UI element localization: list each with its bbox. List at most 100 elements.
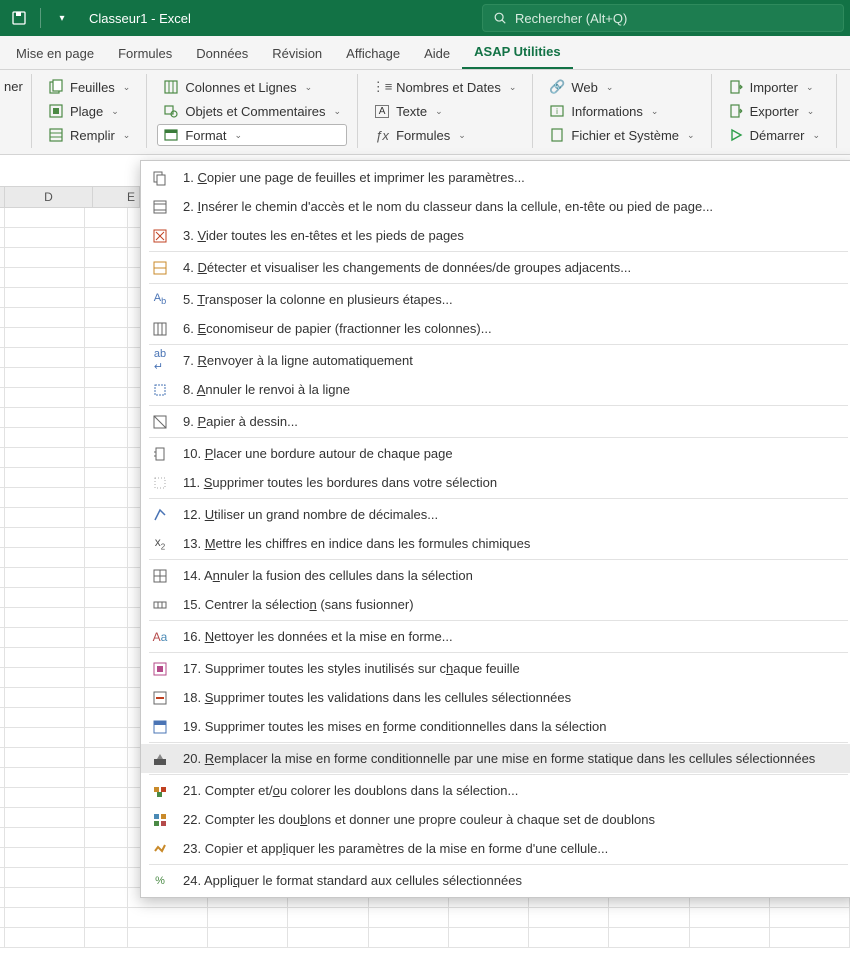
tab-aide[interactable]: Aide <box>412 38 462 69</box>
cell[interactable] <box>5 408 85 428</box>
tab-revision[interactable]: Révision <box>260 38 334 69</box>
cell[interactable] <box>369 928 449 948</box>
menu-item-19[interactable]: 19. Supprimer toutes les mises en forme … <box>141 712 850 741</box>
cell[interactable] <box>85 628 128 648</box>
cell[interactable] <box>5 248 85 268</box>
menu-item-5[interactable]: Ab5. Transposer la colonne en plusieurs … <box>141 285 850 314</box>
cell[interactable] <box>208 908 288 928</box>
col-header-e[interactable]: E <box>93 187 140 207</box>
menu-item-20[interactable]: 20. Remplacer la mise en forme condition… <box>141 744 850 773</box>
col-header-d[interactable]: D <box>5 187 93 207</box>
qat-customize-icon[interactable]: ▾ <box>49 5 75 31</box>
menu-item-24[interactable]: %24. Appliquer le format standard aux ce… <box>141 866 850 895</box>
cell[interactable] <box>5 808 85 828</box>
cell[interactable] <box>5 648 85 668</box>
format-button[interactable]: Format⌄ <box>157 124 347 146</box>
cell[interactable] <box>5 428 85 448</box>
cell[interactable] <box>85 248 128 268</box>
cell[interactable] <box>85 288 128 308</box>
cell[interactable] <box>5 748 85 768</box>
cell[interactable] <box>85 728 128 748</box>
cell[interactable] <box>85 528 128 548</box>
cell[interactable] <box>85 688 128 708</box>
cell[interactable] <box>85 768 128 788</box>
cell[interactable] <box>5 508 85 528</box>
cell[interactable] <box>85 568 128 588</box>
cell[interactable] <box>5 528 85 548</box>
cell[interactable] <box>5 908 85 928</box>
menu-item-12[interactable]: 12. Utiliser un grand nombre de décimale… <box>141 500 850 529</box>
menu-item-4[interactable]: 4. Détecter et visualiser les changement… <box>141 253 850 282</box>
cell[interactable] <box>5 268 85 288</box>
cell[interactable] <box>5 708 85 728</box>
cell[interactable] <box>85 808 128 828</box>
save-icon[interactable] <box>6 5 32 31</box>
demarrer-button[interactable]: Démarrer⌄ <box>722 124 826 146</box>
cell[interactable] <box>5 488 85 508</box>
menu-item-18[interactable]: 18. Supprimer toutes les validations dan… <box>141 683 850 712</box>
cell[interactable] <box>369 908 449 928</box>
menu-item-21[interactable]: 21. Compter et/ou colorer les doublons d… <box>141 776 850 805</box>
cell[interactable] <box>85 388 128 408</box>
cell[interactable] <box>449 908 529 928</box>
cell[interactable] <box>5 448 85 468</box>
menu-item-1[interactable]: 1. Copier une page de feuilles et imprim… <box>141 163 850 192</box>
cell[interactable] <box>85 208 128 228</box>
cell[interactable] <box>288 928 368 948</box>
search-box[interactable] <box>482 4 844 32</box>
cell[interactable] <box>5 628 85 648</box>
menu-item-15[interactable]: 15. Centrer la sélection (sans fusionner… <box>141 590 850 619</box>
cell[interactable] <box>85 928 128 948</box>
cell[interactable] <box>449 928 529 948</box>
ribbon-partial-button[interactable]: ner <box>2 76 21 97</box>
cell[interactable] <box>85 508 128 528</box>
cell[interactable] <box>85 748 128 768</box>
cell[interactable] <box>5 368 85 388</box>
cell[interactable] <box>5 688 85 708</box>
cell[interactable] <box>85 348 128 368</box>
cell[interactable] <box>85 608 128 628</box>
cell[interactable] <box>5 588 85 608</box>
plage-button[interactable]: Plage⌄ <box>42 100 136 122</box>
cell[interactable] <box>85 588 128 608</box>
cell[interactable] <box>85 268 128 288</box>
exporter-button[interactable]: Exporter⌄ <box>722 100 826 122</box>
menu-item-3[interactable]: 3. Vider toutes les en-têtes et les pied… <box>141 221 850 250</box>
cell[interactable] <box>609 928 689 948</box>
colonnes-lignes-button[interactable]: Colonnes et Lignes⌄ <box>157 76 347 98</box>
cell[interactable] <box>85 548 128 568</box>
tab-donnees[interactable]: Données <box>184 38 260 69</box>
cell[interactable] <box>5 468 85 488</box>
cell[interactable] <box>770 908 850 928</box>
cell[interactable] <box>85 468 128 488</box>
cell[interactable] <box>85 888 128 908</box>
nombres-dates-button[interactable]: ⋮≡Nombres et Dates⌄ <box>368 76 522 98</box>
cell[interactable] <box>5 208 85 228</box>
cell[interactable] <box>5 548 85 568</box>
cell[interactable] <box>208 928 288 948</box>
cell[interactable] <box>85 868 128 888</box>
cell[interactable] <box>85 708 128 728</box>
cell[interactable] <box>85 428 128 448</box>
cell[interactable] <box>690 908 770 928</box>
cell[interactable] <box>288 908 368 928</box>
formules-ribbon-button[interactable]: ƒxFormules⌄ <box>368 124 522 146</box>
menu-item-13[interactable]: x213. Mettre les chiffres en indice dans… <box>141 529 850 558</box>
cell[interactable] <box>85 448 128 468</box>
cell[interactable] <box>85 328 128 348</box>
objets-commentaires-button[interactable]: Objets et Commentaires⌄ <box>157 100 347 122</box>
tab-asap-utilities[interactable]: ASAP Utilities <box>462 36 572 69</box>
cell[interactable] <box>5 928 85 948</box>
cell[interactable] <box>128 928 208 948</box>
cell[interactable] <box>85 828 128 848</box>
search-input[interactable] <box>515 11 833 26</box>
cell[interactable] <box>128 908 208 928</box>
cell[interactable] <box>85 228 128 248</box>
tab-formules[interactable]: Formules <box>106 38 184 69</box>
fichier-systeme-button[interactable]: Fichier et Système⌄ <box>543 124 700 146</box>
menu-item-14[interactable]: 14. Annuler la fusion des cellules dans … <box>141 561 850 590</box>
tab-affichage[interactable]: Affichage <box>334 38 412 69</box>
table-row[interactable] <box>0 928 850 948</box>
cell[interactable] <box>85 408 128 428</box>
menu-item-10[interactable]: 10. Placer une bordure autour de chaque … <box>141 439 850 468</box>
